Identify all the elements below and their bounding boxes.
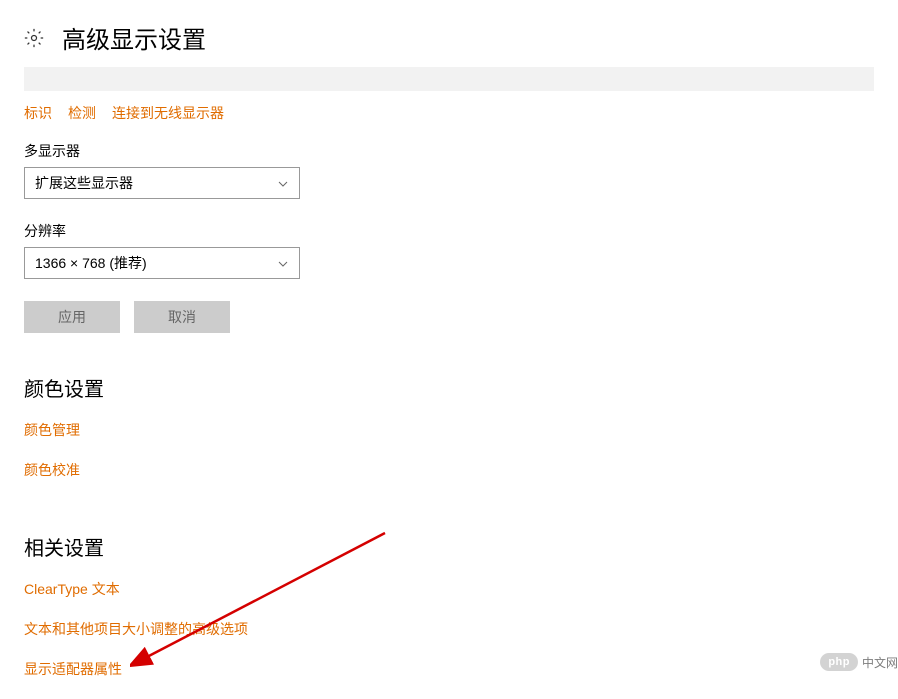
display-preview-bar: [24, 67, 874, 91]
multi-display-select[interactable]: 扩展这些显示器: [24, 167, 300, 199]
watermark-text: 中文网: [862, 654, 898, 671]
advanced-sizing-link[interactable]: 文本和其他项目大小调整的高级选项: [0, 619, 898, 639]
chevron-down-icon: [277, 257, 289, 269]
action-buttons: 应用 取消: [0, 301, 898, 333]
resolution-section: 分辨率 1366 × 768 (推荐): [0, 221, 898, 279]
resolution-label: 分辨率: [24, 221, 874, 241]
color-settings-heading: 颜色设置: [0, 373, 898, 402]
watermark: php 中文网: [820, 653, 898, 671]
identify-link[interactable]: 标识: [24, 103, 52, 123]
multi-display-section: 多显示器 扩展这些显示器: [0, 141, 898, 199]
page-title: 高级显示设置: [62, 20, 206, 55]
resolution-value: 1366 × 768 (推荐): [35, 253, 147, 273]
php-badge: php: [820, 653, 858, 671]
gear-icon: [24, 28, 44, 48]
apply-button[interactable]: 应用: [24, 301, 120, 333]
connect-wireless-link[interactable]: 连接到无线显示器: [112, 103, 224, 123]
display-action-links: 标识 检测 连接到无线显示器: [0, 99, 898, 141]
color-management-link[interactable]: 颜色管理: [0, 420, 898, 440]
adapter-properties-link[interactable]: 显示适配器属性: [0, 659, 898, 679]
multi-display-value: 扩展这些显示器: [35, 173, 133, 193]
cancel-button[interactable]: 取消: [134, 301, 230, 333]
color-calibration-link[interactable]: 颜色校准: [0, 460, 898, 480]
cleartype-link[interactable]: ClearType 文本: [0, 579, 898, 599]
related-settings-heading: 相关设置: [0, 532, 898, 561]
detect-link[interactable]: 检测: [68, 103, 96, 123]
resolution-select[interactable]: 1366 × 768 (推荐): [24, 247, 300, 279]
multi-display-label: 多显示器: [24, 141, 874, 161]
chevron-down-icon: [277, 177, 289, 189]
page-header: 高级显示设置: [0, 0, 898, 67]
